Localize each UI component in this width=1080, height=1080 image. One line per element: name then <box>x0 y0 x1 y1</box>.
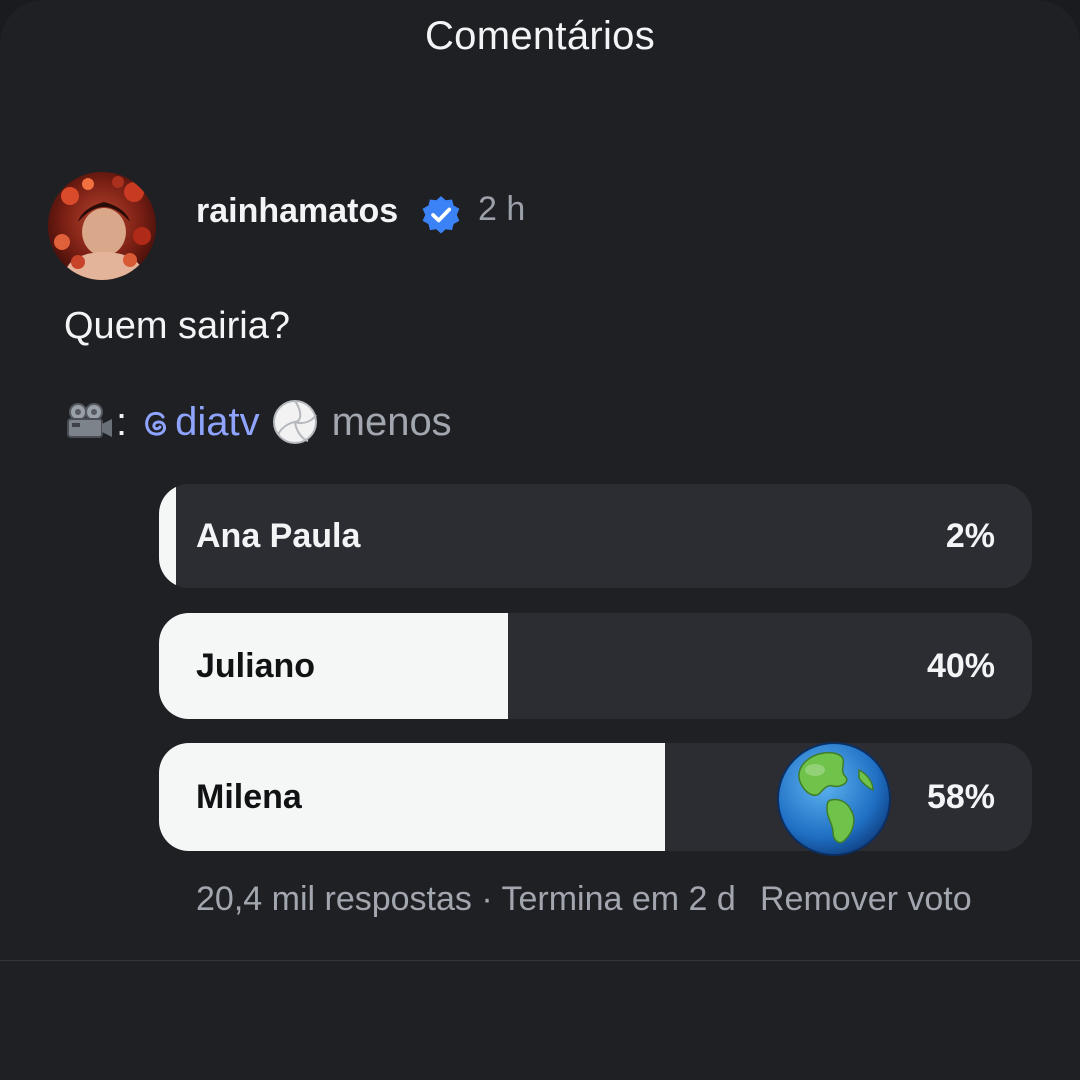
poll-option-percent: 58% <box>926 777 995 816</box>
post-timestamp: 2 h <box>478 190 526 228</box>
poll-meta: 20,4 mil respostas · Termina em 2 d <box>196 880 736 918</box>
poll-option-milena[interactable]: Milena 58% <box>159 743 1032 851</box>
globe-americas-icon <box>777 742 891 856</box>
avatar[interactable] <box>48 172 156 280</box>
poll-option-label: Juliano <box>196 646 316 685</box>
show-less-link[interactable]: menos <box>332 400 452 445</box>
poll-option-juliano[interactable]: Juliano 40% <box>159 613 1032 719</box>
poll-option-percent: 2% <box>945 516 995 555</box>
poll-option-fill <box>159 484 177 588</box>
avatar-image <box>48 172 156 280</box>
volleyball-icon <box>272 400 317 444</box>
remove-vote-button[interactable]: Remover voto <box>760 880 972 919</box>
poll-option-ana-paula[interactable]: Ana Paula 2% <box>159 484 1032 588</box>
username[interactable]: rainhamatos <box>196 192 398 231</box>
credit-colon: : <box>116 399 128 444</box>
verified-badge-icon <box>422 196 460 234</box>
mention-link[interactable]: diatv <box>175 400 260 445</box>
sheet-title: Comentários <box>424 14 656 58</box>
poll-option-percent: 40% <box>926 646 995 685</box>
comments-sheet: Comentários rainhamatos 2 h Quem sairia?… <box>0 0 1080 1080</box>
post-text: Quem sairia? <box>64 305 290 347</box>
poll-option-label: Milena <box>196 777 302 816</box>
post-credit-line: : diatv menos <box>62 396 452 448</box>
divider <box>0 960 1080 961</box>
poll-option-label: Ana Paula <box>196 516 361 555</box>
threads-icon <box>145 411 167 436</box>
movie-camera-icon <box>67 403 112 438</box>
